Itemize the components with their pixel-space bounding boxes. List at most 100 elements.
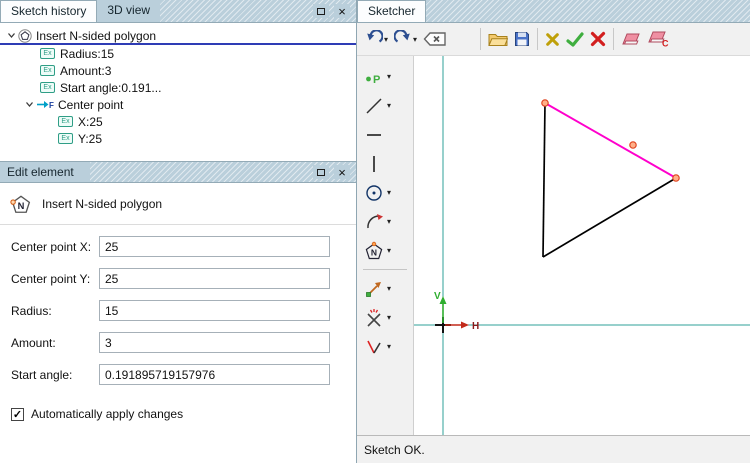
sketch-canvas[interactable]: V H (414, 56, 750, 435)
toolbar-separator (613, 28, 615, 50)
horizontal-line-tool-button[interactable] (357, 120, 413, 149)
svg-text:N: N (18, 201, 25, 211)
cancel-x-icon (590, 31, 606, 47)
left-tabbar: Sketch history 3D view × (0, 0, 356, 23)
accept-button[interactable] (563, 26, 587, 52)
vertical-line-tool-button[interactable] (357, 149, 413, 178)
dropdown-arrow-icon[interactable]: ▾ (387, 188, 391, 197)
save-button[interactable] (511, 26, 533, 52)
apply-changes-row: ✓ Automatically apply changes (11, 407, 356, 421)
dropdown-arrow-icon[interactable]: ▾ (387, 101, 391, 110)
svg-text:C: C (662, 39, 669, 48)
erase-constraints-button[interactable]: C (644, 26, 672, 52)
polygon-edge-selected[interactable] (544, 102, 677, 179)
h-axis-arrowhead-icon (461, 321, 469, 329)
app-window: Sketch history 3D view × Insert N-sided … (0, 0, 750, 463)
tab-sketcher[interactable]: Sketcher (357, 0, 427, 22)
field-label: Start angle: (11, 367, 73, 382)
sketcher-toolbar: ▾ ▾ C (357, 23, 750, 56)
polygon-edge[interactable] (542, 177, 677, 258)
radius-input[interactable] (99, 300, 330, 321)
dropdown-arrow-icon[interactable]: ▾ (413, 35, 417, 44)
polygon-tool-button[interactable]: N ▾ (357, 236, 413, 265)
center-x-input[interactable] (99, 236, 330, 257)
left-window-buttons: × (313, 0, 356, 22)
tree-item-start-angle[interactable]: Ex Start angle:0.191... (0, 79, 356, 96)
open-folder-icon (488, 33, 509, 46)
tab-3d-view[interactable]: 3D view (97, 0, 161, 22)
move-tool-button[interactable]: ▾ (357, 274, 413, 303)
close-button[interactable]: × (334, 165, 350, 179)
close-button[interactable]: × (334, 4, 350, 18)
discard-button[interactable] (542, 26, 563, 52)
tree-item-amount[interactable]: Ex Amount:3 (0, 62, 356, 79)
polygon-edge-point[interactable] (629, 141, 637, 149)
accept-check-icon (566, 31, 584, 47)
undo-button[interactable]: ▾ (362, 26, 391, 52)
close-icon: × (338, 3, 346, 19)
amount-input[interactable] (99, 332, 330, 353)
dropdown-arrow-icon[interactable]: ▾ (387, 342, 391, 351)
tab-sketch-history[interactable]: Sketch history (0, 0, 98, 22)
polygon-tool-icon: N (365, 241, 383, 259)
corner-tool-button[interactable]: ▾ (357, 332, 413, 361)
maximize-button[interactable] (313, 165, 329, 179)
tree-root-row[interactable]: Insert N-sided polygon (0, 28, 356, 45)
tree-item-label: Amount:3 (60, 63, 112, 78)
eraser-icon (622, 33, 640, 44)
field-row-center-x: Center point X: (11, 236, 330, 257)
tree-item-label: Radius:15 (60, 46, 115, 61)
center-y-input[interactable] (99, 268, 330, 289)
tree-item-radius[interactable]: Ex Radius:15 (0, 45, 356, 62)
tool-column: P ▾ ▾ ▾ ▾ N ▾ ▾ ▾ ▾ (357, 56, 414, 435)
point-tool-icon: P (366, 74, 380, 86)
edit-heading: N Insert N-sided polygon (0, 183, 356, 215)
svg-text:P: P (373, 74, 380, 86)
dropdown-arrow-icon[interactable]: ▾ (387, 246, 391, 255)
chevron-down-icon[interactable] (4, 31, 18, 40)
delete-last-button[interactable] (420, 26, 450, 52)
edit-element-panel: N Insert N-sided polygon Center point X:… (0, 183, 356, 463)
edit-window-buttons: × (313, 161, 356, 183)
maximize-button[interactable] (313, 4, 329, 18)
dropdown-arrow-icon[interactable]: ▾ (387, 217, 391, 226)
circle-tool-button[interactable]: ▾ (357, 178, 413, 207)
polygon-edge[interactable] (542, 102, 546, 258)
point-tool-button[interactable]: P ▾ (357, 62, 413, 91)
cancel-button[interactable] (587, 26, 609, 52)
vertical-line-tool-icon (373, 155, 375, 172)
dropdown-arrow-icon[interactable]: ▾ (387, 72, 391, 81)
field-row-amount: Amount: (11, 332, 330, 353)
line-tool-button[interactable]: ▾ (357, 91, 413, 120)
tree-item-center-point[interactable]: F Center point (0, 96, 356, 113)
arc-tool-button[interactable]: ▾ (357, 207, 413, 236)
status-bar: Sketch OK. (357, 435, 750, 463)
apply-changes-checkbox[interactable]: ✓ (11, 407, 24, 421)
value-icon: Ex (58, 133, 73, 144)
open-button[interactable] (485, 26, 511, 52)
dropdown-arrow-icon[interactable]: ▾ (387, 313, 391, 322)
dropdown-arrow-icon[interactable]: ▾ (387, 284, 391, 293)
field-label: Amount: (11, 335, 56, 350)
value-icon: Ex (40, 65, 55, 76)
start-angle-input[interactable] (99, 364, 330, 385)
field-row-start-angle: Start angle: (11, 364, 330, 385)
edit-element-titlebar[interactable]: Edit element × (0, 161, 356, 183)
trim-tool-icon (367, 308, 381, 327)
h-axis-label: H (472, 321, 479, 332)
field-label: Radius: (11, 303, 52, 318)
tree-item-y[interactable]: Ex Y:25 (0, 130, 356, 147)
polygon-vertex[interactable] (672, 174, 680, 182)
chevron-down-icon[interactable] (22, 100, 36, 109)
tree-item-x[interactable]: Ex X:25 (0, 113, 356, 130)
polygon-node-icon (18, 28, 32, 43)
tree-item-label: X:25 (78, 114, 103, 129)
svg-text:N: N (371, 247, 377, 257)
redo-button[interactable]: ▾ (391, 26, 420, 52)
polygon-tool-icon: N (10, 193, 32, 215)
erase-button[interactable] (618, 26, 644, 52)
tree-item-label: Y:25 (78, 131, 103, 146)
trim-tool-button[interactable]: ▾ (357, 303, 413, 332)
dropdown-arrow-icon[interactable]: ▾ (384, 35, 388, 44)
polygon-vertex[interactable] (541, 99, 549, 107)
